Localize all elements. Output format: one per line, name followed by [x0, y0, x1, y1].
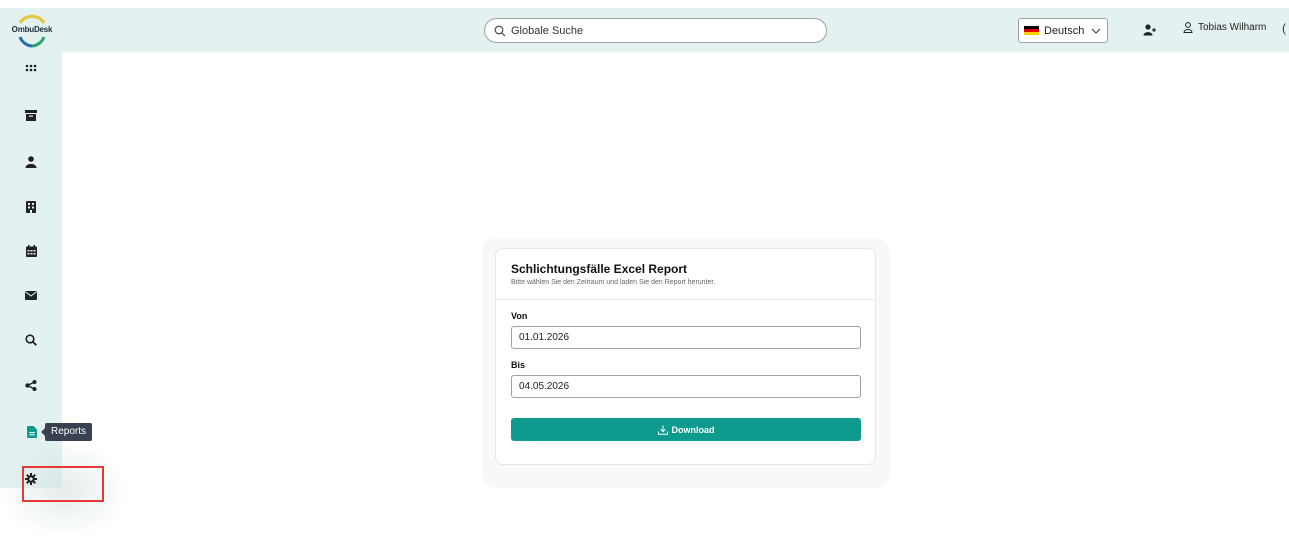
download-label: Download [671, 424, 715, 435]
person-icon [25, 156, 37, 168]
sidebar-item-calendar[interactable] [21, 241, 41, 261]
ombudesk-logo[interactable]: OmbuDesk [4, 10, 60, 50]
card-title: Schlichtungsfälle Excel Report [511, 262, 688, 276]
from-date-input[interactable]: 01.01.2026 [511, 326, 861, 349]
user-name: Tobias Wilharm [1198, 22, 1267, 33]
sidebar-item-messages[interactable] [21, 285, 41, 305]
card-subtitle: Bitte wählen Sie den Zeitraum und laden … [511, 279, 716, 286]
sidebar: Reports [0, 52, 128, 540]
grid-icon [25, 64, 37, 72]
download-icon [657, 425, 668, 435]
from-label: Von [511, 311, 528, 321]
download-button[interactable]: Download [511, 418, 861, 441]
sidebar-item-companies[interactable] [21, 197, 41, 217]
language-select[interactable]: Deutsch [1018, 18, 1108, 43]
search-placeholder: Globale Suche [511, 24, 584, 37]
to-date-input[interactable]: 04.05.2026 [511, 375, 861, 398]
sidebar-item-dashboard[interactable] [21, 59, 41, 79]
sidebar-item-persons[interactable] [21, 152, 41, 172]
envelope-icon [25, 290, 37, 300]
sidebar-item-search[interactable] [21, 330, 41, 350]
global-search-input[interactable]: Globale Suche [484, 18, 827, 43]
chevron-down-icon [1091, 28, 1101, 34]
user-menu[interactable]: Tobias Wilharm [1183, 22, 1266, 33]
calendar-icon [25, 245, 37, 257]
search-icon [25, 334, 37, 346]
sidebar-item-share[interactable] [21, 375, 41, 395]
german-flag-icon [1024, 25, 1039, 36]
logo-text: OmbuDesk [11, 25, 53, 34]
cut-off-icon: ( [1282, 21, 1286, 35]
user-icon [1183, 22, 1193, 33]
card-divider [496, 299, 875, 300]
top-bar: OmbuDesk Globale Suche Deutsch Tobias Wi… [0, 8, 1289, 52]
to-label: Bis [511, 360, 526, 370]
sidebar-item-archive[interactable] [21, 105, 41, 125]
language-label: Deutsch [1044, 24, 1085, 37]
add-user-icon[interactable] [1143, 24, 1157, 36]
archive-icon [25, 109, 37, 121]
share-icon [25, 379, 37, 391]
sidebar-item-settings[interactable] [21, 469, 41, 489]
reports-tooltip: Reports [40, 423, 93, 441]
search-icon [494, 25, 506, 36]
report-card: Schlichtungsfälle Excel Report Bitte wäh… [495, 248, 876, 465]
gear-icon [25, 473, 37, 485]
sidebar-item-reports[interactable] [22, 422, 42, 442]
building-icon [26, 201, 36, 213]
document-icon [27, 426, 37, 438]
